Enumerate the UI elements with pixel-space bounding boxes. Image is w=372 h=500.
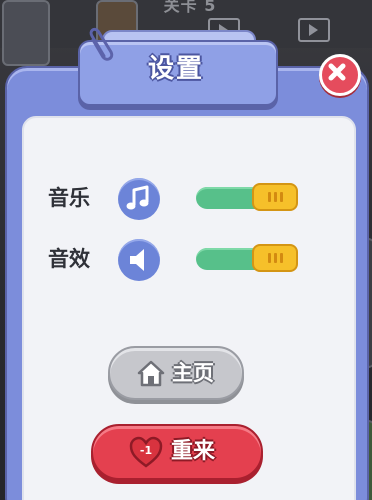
grip-icon [268, 253, 284, 263]
sound-label: 音效 [48, 247, 90, 271]
music-label: 音乐 [48, 186, 90, 210]
restart-button[interactable]: -1 重来 [91, 424, 263, 480]
home-icon [137, 360, 165, 387]
sound-icon-badge [118, 239, 160, 281]
background-cup [2, 0, 50, 66]
level-title: 关卡 5 [163, 0, 217, 15]
restart-cost: -1 [139, 444, 153, 457]
speaker-icon [130, 249, 144, 271]
music-note-icon [126, 185, 149, 210]
video-ad-icon [298, 18, 330, 42]
close-icon [328, 63, 346, 81]
sound-toggle-knob[interactable] [252, 244, 298, 272]
music-toggle-knob[interactable] [252, 183, 298, 211]
grip-icon [268, 192, 284, 202]
home-button-label: 主页 [172, 361, 214, 385]
sound-toggle[interactable] [196, 244, 300, 272]
home-button[interactable]: 主页 [108, 346, 244, 400]
close-button[interactable] [319, 54, 361, 96]
music-toggle[interactable] [196, 183, 300, 211]
paperclip-icon [89, 27, 114, 61]
music-icon-badge [118, 178, 160, 220]
restart-button-label: 重来 [171, 439, 216, 464]
